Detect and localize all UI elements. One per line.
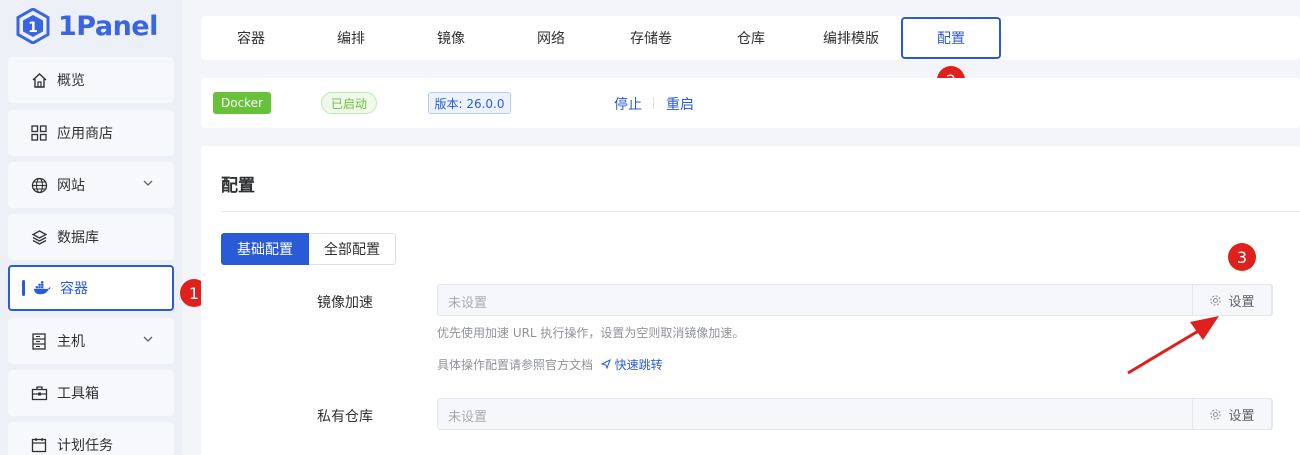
divider xyxy=(221,211,1300,212)
mirror-settings-label: 设置 xyxy=(1228,294,1255,310)
tab-volumes[interactable]: 存储卷 xyxy=(601,16,701,60)
tab-compose[interactable]: 编排 xyxy=(301,16,401,60)
registry-placeholder: 未设置 xyxy=(448,410,488,425)
gear-icon xyxy=(1210,294,1222,306)
chevron-down-icon xyxy=(142,333,154,349)
doc-link-label: 快速跳转 xyxy=(614,358,663,372)
send-icon xyxy=(600,358,611,370)
sidebar-item-label: 容器 xyxy=(60,281,88,297)
sidebar-item-label: 工具箱 xyxy=(57,386,99,402)
toolbox-icon xyxy=(30,384,48,402)
sidebar-item-label: 计划任务 xyxy=(57,438,113,454)
active-indicator xyxy=(22,280,25,296)
sidebar-item-cron[interactable]: 计划任务 xyxy=(8,422,174,455)
sidebar-item-label: 应用商店 xyxy=(57,126,113,142)
layers-icon xyxy=(30,228,48,246)
status-badge: 已启动 xyxy=(321,92,377,114)
restart-button[interactable]: 重启 xyxy=(666,94,694,114)
registry-settings-label: 设置 xyxy=(1228,408,1255,424)
sidebar-item-label: 主机 xyxy=(57,334,85,350)
stop-button[interactable]: 停止 xyxy=(614,94,642,114)
sidebar-item-label: 概览 xyxy=(57,73,85,89)
server-icon xyxy=(30,332,48,350)
sidebar-item-app-store[interactable]: 应用商店 xyxy=(8,110,174,156)
tab-networks[interactable]: 网络 xyxy=(501,16,601,60)
chevron-down-icon xyxy=(142,177,154,193)
mirror-settings-button[interactable]: 设置 xyxy=(1192,284,1272,316)
divider xyxy=(653,97,654,109)
tab-containers[interactable]: 容器 xyxy=(201,16,301,60)
brand-name: 1Panel xyxy=(58,10,158,42)
mirror-label: 镜像加速 xyxy=(317,295,373,311)
grid-icon xyxy=(30,124,48,142)
sidebar-item-website[interactable]: 网站 xyxy=(8,162,174,208)
sidebar-item-host[interactable]: 主机 xyxy=(8,318,174,364)
sidebar-item-database[interactable]: 数据库 xyxy=(8,214,174,260)
tab-settings[interactable]: 配置 xyxy=(901,17,1001,59)
sidebar-item-label: 数据库 xyxy=(57,230,99,246)
sidebar: 1 1Panel 概览 应用商店 网站 数据库 容器 主机 工具箱 计划任务 xyxy=(0,0,182,455)
mirror-input[interactable]: 未设置 设置 xyxy=(437,284,1273,316)
docker-status-bar: Docker 已启动 版本: 26.0.0 停止 重启 xyxy=(201,78,1300,128)
sidebar-item-label: 网站 xyxy=(57,178,85,194)
config-card: 配置 基础配置 全部配置 镜像加速 未设置 设置 优先使用加速 URL 执行操作… xyxy=(201,146,1300,455)
doc-link[interactable]: 快速跳转 xyxy=(597,358,663,372)
sidebar-item-container[interactable]: 容器 xyxy=(8,265,174,311)
tab-images[interactable]: 镜像 xyxy=(401,16,501,60)
registry-settings-button[interactable]: 设置 xyxy=(1192,398,1272,430)
sidebar-item-overview[interactable]: 概览 xyxy=(8,57,174,103)
tab-repositories[interactable]: 仓库 xyxy=(701,16,801,60)
registry-label: 私有仓库 xyxy=(317,409,373,425)
registry-input[interactable]: 未设置 设置 xyxy=(437,398,1273,430)
doc-hint: 具体操作配置请参照官方文档 快速跳转 xyxy=(437,356,663,373)
docker-icon xyxy=(33,279,51,297)
gear-icon xyxy=(1210,408,1222,420)
basic-config-toggle[interactable]: 基础配置 xyxy=(221,233,309,265)
mirror-placeholder: 未设置 xyxy=(448,296,488,311)
home-icon xyxy=(30,71,48,89)
sidebar-item-toolbox[interactable]: 工具箱 xyxy=(8,370,174,416)
globe-icon xyxy=(30,176,48,194)
svg-text:1: 1 xyxy=(28,20,38,36)
service-badge: Docker xyxy=(213,92,271,114)
tab-compose-templates[interactable]: 编排模版 xyxy=(801,16,901,60)
page-title: 配置 xyxy=(221,176,255,196)
all-config-toggle[interactable]: 全部配置 xyxy=(309,233,396,265)
container-tabs: 容器 编排 镜像 网络 存储卷 仓库 编排模版 配置 xyxy=(201,16,1300,60)
version-badge: 版本: 26.0.0 xyxy=(428,92,511,114)
mirror-hint: 优先使用加速 URL 执行操作，设置为空则取消镜像加速。 xyxy=(437,326,745,340)
doc-hint-text: 具体操作配置请参照官方文档 xyxy=(437,358,594,372)
logo-icon: 1 xyxy=(16,8,50,44)
brand-logo[interactable]: 1 1Panel xyxy=(16,6,158,46)
step-marker-3: 3 xyxy=(1228,243,1256,271)
calendar-icon xyxy=(30,436,48,454)
